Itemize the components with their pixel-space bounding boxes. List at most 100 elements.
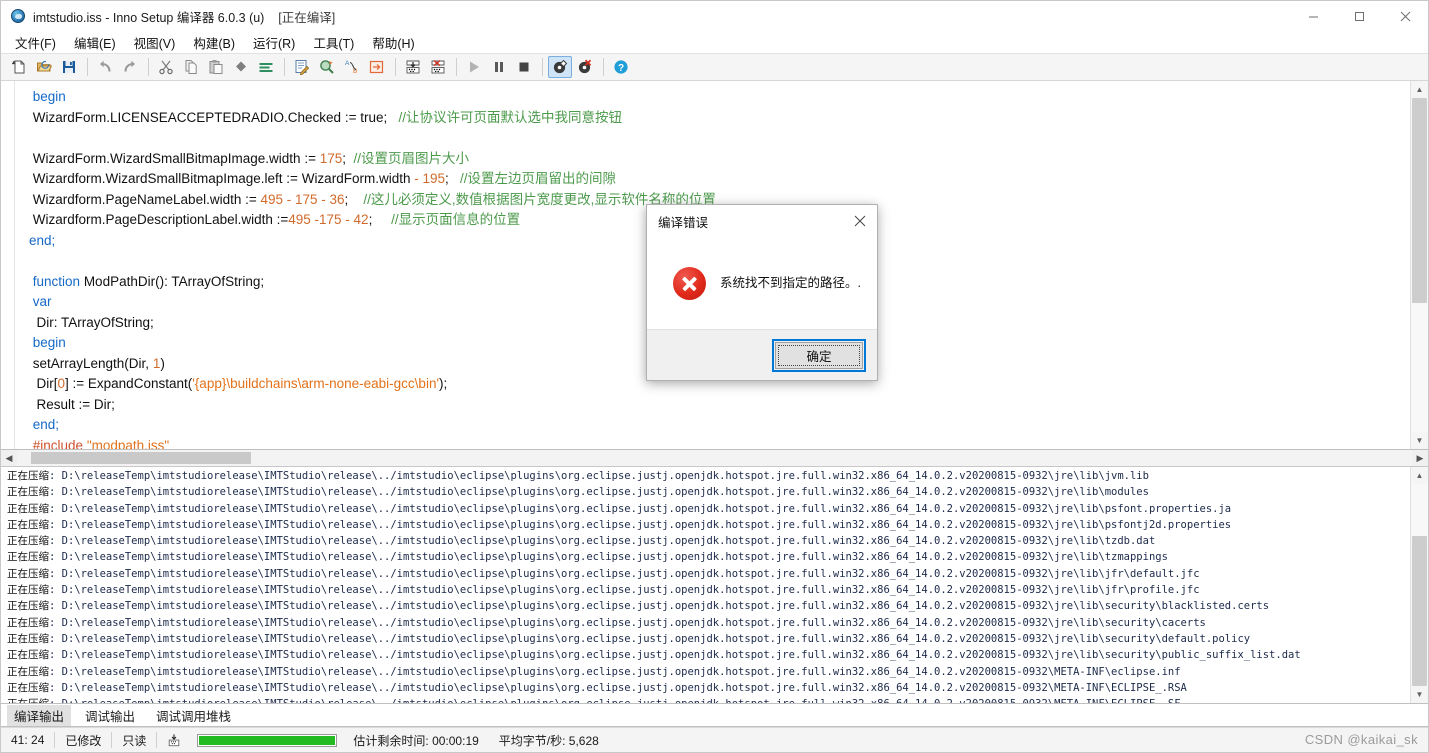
editor-line: WizardForm.LICENSEACCEPTEDRADIO.Checked … <box>29 109 622 125</box>
log-scroll-thumb[interactable] <box>1412 536 1427 686</box>
run-icon <box>470 61 479 73</box>
cut-icon <box>159 60 173 75</box>
find-next-button[interactable] <box>315 56 339 78</box>
target-uninstall-button[interactable] <box>573 56 597 78</box>
log-scroll-up-button[interactable]: ▲ <box>1411 467 1428 484</box>
close-button[interactable] <box>1382 1 1428 31</box>
editor-scroll-thumb[interactable] <box>1412 98 1427 303</box>
editor-line: Result := Dir; <box>29 396 115 412</box>
compile-button[interactable] <box>401 56 425 78</box>
compile-output-panel[interactable]: 正在压缩: D:\releaseTemp\imtstudiorelease\IM… <box>1 467 1428 704</box>
modified-indicator: 已修改 <box>65 733 102 748</box>
log-line: 正在压缩: D:\releaseTemp\imtstudiorelease\IM… <box>7 616 1206 629</box>
menu-run[interactable]: 运行(R) <box>244 31 304 54</box>
tab-debug-callstack[interactable]: 调试调用堆栈 <box>149 705 238 726</box>
menu-tools[interactable]: 工具(T) <box>304 31 363 54</box>
editor-scroll-up-button[interactable]: ▲ <box>1411 81 1428 98</box>
dialog-close-button[interactable] <box>843 206 877 236</box>
new-file-button[interactable] <box>7 56 31 78</box>
menu-edit[interactable]: 编辑(E) <box>65 31 125 54</box>
dialog-title-text: 编译错误 <box>658 215 709 230</box>
delete-button[interactable] <box>229 56 253 78</box>
eta-label: 估计剩余时间: 00:00:19 <box>353 733 479 748</box>
log-scroll-track[interactable] <box>1411 484 1428 686</box>
format-button[interactable] <box>254 56 278 78</box>
log-line: 正在压缩: D:\releaseTemp\imtstudiorelease\IM… <box>7 584 1200 597</box>
log-line: 正在压缩: D:\releaseTemp\imtstudiorelease\IM… <box>7 696 1410 703</box>
window-title-file: imtstudio.iss - Inno Setup 编译器 6.0.3 (u) <box>33 10 265 25</box>
undo-button[interactable] <box>93 56 117 78</box>
log-line: 正在压缩: D:\releaseTemp\imtstudiorelease\IM… <box>7 470 1149 482</box>
dialog-body: 系统找不到指定的路径。. <box>647 237 877 329</box>
compile-status-icon <box>169 733 180 746</box>
watermark: CSDN @kaikai_sk <box>1304 732 1418 747</box>
editor-scroll-right-button[interactable]: ▶ <box>1412 450 1428 466</box>
focus-ring <box>778 344 860 366</box>
tab-compile-output[interactable]: 编译输出 <box>7 704 72 726</box>
menu-file[interactable]: 文件(F) <box>6 31 65 54</box>
copy-button[interactable] <box>179 56 203 78</box>
replace-icon: A B <box>345 60 357 75</box>
menu-view[interactable]: 视图(V) <box>125 31 185 54</box>
replace-button[interactable]: A B <box>340 56 364 78</box>
log-line: 正在压缩: D:\releaseTemp\imtstudiorelease\IM… <box>7 665 1181 678</box>
toolbar-separator <box>603 58 604 76</box>
log-line: 正在压缩: D:\releaseTemp\imtstudiorelease\IM… <box>7 600 1270 613</box>
save-file-icon <box>63 61 75 73</box>
window-controls <box>1290 1 1428 31</box>
window-title: imtstudio.iss - Inno Setup 编译器 6.0.3 (u)… <box>33 7 335 26</box>
editor-hscroll-track[interactable] <box>17 450 1412 466</box>
editor-scroll-down-button[interactable]: ▼ <box>1411 432 1428 449</box>
tab-debug-output[interactable]: 调试输出 <box>78 705 142 726</box>
run-button[interactable] <box>462 56 486 78</box>
app-globe-icon <box>10 8 26 24</box>
menu-build[interactable]: 构建(B) <box>184 31 244 54</box>
editor-scroll-left-button[interactable]: ◀ <box>1 450 17 466</box>
redo-button[interactable] <box>118 56 142 78</box>
stop-compile-button[interactable] <box>426 56 450 78</box>
compile-output-log[interactable]: 正在压缩: D:\releaseTemp\imtstudiorelease\IM… <box>1 467 1410 703</box>
delete-icon <box>236 61 246 72</box>
status-bar: 41: 24 已修改 只读 估计剩余时间: 00:00:19 平均字节/秒: 5… <box>1 727 1428 752</box>
help-button[interactable]: ? <box>609 56 633 78</box>
stop-button[interactable] <box>512 56 536 78</box>
open-file-icon <box>37 60 52 72</box>
save-file-button[interactable] <box>57 56 81 78</box>
svg-text:?: ? <box>618 63 624 74</box>
dialog-ok-button[interactable]: 确定 <box>772 338 866 372</box>
find-button[interactable] <box>290 56 314 78</box>
maximize-button[interactable] <box>1336 1 1382 31</box>
readonly-indicator: 只读 <box>122 733 147 748</box>
editor-vertical-scrollbar[interactable]: ▲ ▼ <box>1410 81 1428 449</box>
log-line: 正在压缩: D:\releaseTemp\imtstudiorelease\IM… <box>7 535 1156 548</box>
log-scroll-down-button[interactable]: ▼ <box>1411 686 1428 703</box>
log-line: 正在压缩: D:\releaseTemp\imtstudiorelease\IM… <box>7 486 1149 499</box>
editor-scroll-track[interactable] <box>1411 98 1428 432</box>
toolbar-separator <box>542 58 543 76</box>
menu-help[interactable]: 帮助(H) <box>363 31 423 54</box>
paste-button[interactable] <box>204 56 228 78</box>
toolbar: A B ? <box>1 53 1428 81</box>
toolbar-separator <box>456 58 457 76</box>
log-vertical-scrollbar[interactable]: ▲ ▼ <box>1410 467 1428 703</box>
editor-hscroll-thumb[interactable] <box>31 452 251 464</box>
open-file-button[interactable] <box>32 56 56 78</box>
editor-line: end; <box>32 417 60 432</box>
target-setup-button[interactable] <box>548 56 572 78</box>
undo-icon <box>100 60 111 72</box>
caret-position: 41: 24 <box>11 733 45 747</box>
log-line: 正在压缩: D:\releaseTemp\imtstudiorelease\IM… <box>7 681 1187 694</box>
dialog-title-bar: 编译错误 <box>647 205 877 237</box>
compile-progress-bar <box>197 733 338 747</box>
compile-error-dialog: 编译错误 系统找不到指定的路径。. 确定 <box>646 204 878 381</box>
compile-progress-fill <box>199 735 336 745</box>
svg-text:A: A <box>345 60 350 67</box>
editor-horizontal-scrollbar[interactable]: ◀ ▶ <box>1 450 1428 467</box>
inno-setup-compiler-window: imtstudio.iss - Inno Setup 编译器 6.0.3 (u)… <box>0 0 1429 753</box>
find-next-icon <box>320 60 334 74</box>
goto-line-button[interactable] <box>365 56 389 78</box>
minimize-button[interactable] <box>1290 1 1336 31</box>
find-icon <box>295 60 310 75</box>
cut-button[interactable] <box>154 56 178 78</box>
pause-button[interactable] <box>487 56 511 78</box>
